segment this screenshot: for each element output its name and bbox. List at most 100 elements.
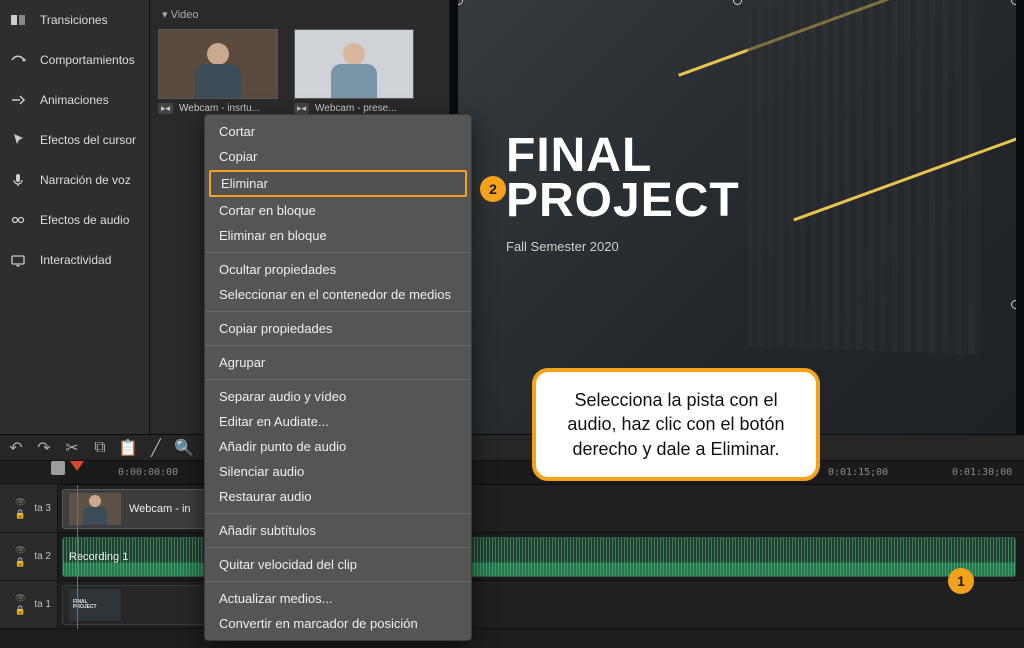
media-clip-label: Webcam - prese... [315, 103, 397, 114]
media-clip-av-icon: ▸◂ [158, 103, 173, 114]
track-header[interactable]: 👁🔒 ta 2 [0, 533, 58, 580]
ctx-item-anadir-punto[interactable]: Añadir punto de audio [205, 434, 471, 459]
cursor-effects-icon [10, 132, 26, 148]
ctx-item-cortar-bloque[interactable]: Cortar en bloque [205, 198, 471, 223]
ruler-mark: 0:01:15;00 [828, 467, 888, 478]
timeline-clip-video[interactable]: Webcam - in [62, 489, 222, 529]
lock-icon[interactable]: 🔒 [15, 605, 26, 616]
ctx-item-copiar-props[interactable]: Copiar propiedades [205, 316, 471, 341]
sidebar-item-label: Interactividad [40, 253, 111, 267]
ctx-item-restaurar[interactable]: Restaurar audio [205, 484, 471, 509]
redo-button[interactable]: ↷ [36, 440, 52, 456]
undo-button[interactable]: ↶ [8, 440, 24, 456]
behaviors-icon [10, 52, 26, 68]
eye-icon[interactable]: 👁 [15, 497, 26, 508]
playhead-line[interactable] [77, 485, 78, 629]
sidebar-item-label: Narración de voz [40, 173, 131, 187]
ctx-separator [205, 311, 471, 312]
timeline-tracks: 👁🔒 ta 3 Webcam - in 👁🔒 ta 2 Recording 1 … [0, 485, 1024, 629]
media-thumbnails: ▸◂ Webcam - insrtu... ▸◂ Webcam - prese.… [158, 29, 441, 114]
resize-handle[interactable] [1011, 0, 1016, 5]
sidebar-item-label: Animaciones [40, 93, 109, 107]
ctx-item-silenciar[interactable]: Silenciar audio [205, 459, 471, 484]
media-clip-av-icon: ▸◂ [294, 103, 309, 114]
resize-handle[interactable] [458, 0, 463, 5]
ctx-item-agrupar[interactable]: Agrupar [205, 350, 471, 375]
timeline-toolbar: ↶ ↷ ✂ ⧉ 📋 ╱ 🔍 [0, 435, 1024, 461]
track-name: ta 1 [34, 599, 51, 610]
ctx-item-cortar[interactable]: Cortar [205, 119, 471, 144]
ctx-item-subtitulos[interactable]: Añadir subtítulos [205, 518, 471, 543]
ctx-item-eliminar[interactable]: Eliminar [209, 170, 467, 197]
timeline: ↶ ↷ ✂ ⧉ 📋 ╱ 🔍 0:00:00:00 0:00:45;00 0:01… [0, 434, 1024, 648]
ctx-separator [205, 345, 471, 346]
lock-icon[interactable]: 🔒 [15, 557, 26, 568]
lock-icon[interactable]: 🔒 [15, 509, 26, 520]
timeline-track[interactable]: 👁🔒 ta 1 FINALPROJECT [0, 581, 1024, 629]
track-header[interactable]: 👁🔒 ta 3 [0, 485, 58, 532]
sidebar-item-cursor-effects[interactable]: Efectos del cursor [0, 120, 149, 160]
transitions-icon [10, 12, 26, 28]
timeline-clip-title[interactable]: FINALPROJECT [62, 585, 222, 625]
preview-subtitle: Fall Semester 2020 [506, 239, 740, 254]
sidebar-item-label: Comportamientos [40, 53, 135, 67]
sidebar-item-transitions[interactable]: Transiciones [0, 0, 149, 40]
context-menu: Cortar Copiar Eliminar Cortar en bloque … [204, 114, 472, 641]
sidebar-item-label: Transiciones [40, 13, 108, 27]
track-header[interactable]: 👁🔒 ta 1 [0, 581, 58, 628]
sidebar-item-behaviors[interactable]: Comportamientos [0, 40, 149, 80]
annotation-badge-2: 2 [480, 176, 506, 202]
split-button[interactable]: ╱ [148, 440, 164, 456]
track-name: ta 2 [34, 551, 51, 562]
media-bin-section-label: ▾ Video [162, 8, 441, 21]
ruler-start: 0:00:00:00 [118, 467, 178, 478]
ctx-item-copiar[interactable]: Copiar [205, 144, 471, 169]
ctx-separator [205, 547, 471, 548]
paste-button[interactable]: 📋 [120, 440, 136, 456]
eye-icon[interactable]: 👁 [15, 545, 26, 556]
preview-title-block: FINAL PROJECT Fall Semester 2020 [506, 134, 740, 254]
timeline-track[interactable]: 👁🔒 ta 2 Recording 1 [0, 533, 1024, 581]
ctx-item-quitar-velocidad[interactable]: Quitar velocidad del clip [205, 552, 471, 577]
timeline-track[interactable]: 👁🔒 ta 3 Webcam - in [0, 485, 1024, 533]
ruler-mark: 0:01:30;00 [952, 467, 1012, 478]
copy-button[interactable]: ⧉ [92, 440, 108, 456]
ctx-separator [205, 581, 471, 582]
ctx-separator [205, 379, 471, 380]
voice-narration-icon [10, 172, 26, 188]
audio-effects-icon [10, 212, 26, 228]
media-clip[interactable]: ▸◂ Webcam - insrtu... [158, 29, 278, 114]
timeline-inpoint[interactable] [51, 461, 65, 475]
sidebar-item-label: Efectos de audio [40, 213, 129, 227]
media-clip-label: Webcam - insrtu... [179, 103, 260, 114]
resize-handle[interactable] [733, 0, 742, 5]
sidebar-item-voice-narration[interactable]: Narración de voz [0, 160, 149, 200]
ctx-separator [205, 252, 471, 253]
annotation-badge-1: 1 [948, 568, 974, 594]
interactivity-icon [10, 252, 26, 268]
sidebar-item-interactivity[interactable]: Interactividad [0, 240, 149, 280]
ctx-item-marcador[interactable]: Convertir en marcador de posición [205, 611, 471, 636]
ctx-separator [205, 513, 471, 514]
sidebar-item-label: Efectos del cursor [40, 133, 136, 147]
zoom-button[interactable]: 🔍 [176, 440, 192, 456]
eye-icon[interactable]: 👁 [15, 593, 26, 604]
media-bin-section-text: Video [171, 9, 199, 21]
cut-button[interactable]: ✂ [64, 440, 80, 456]
ctx-item-seleccionar-medios[interactable]: Seleccionar en el contenedor de medios [205, 282, 471, 307]
resize-handle[interactable] [1011, 300, 1016, 309]
media-clip[interactable]: ▸◂ Webcam - prese... [294, 29, 414, 114]
sidebar-item-animations[interactable]: Animaciones [0, 80, 149, 120]
track-name: ta 3 [34, 503, 51, 514]
sidebar-item-audio-effects[interactable]: Efectos de audio [0, 200, 149, 240]
ctx-item-actualizar[interactable]: Actualizar medios... [205, 586, 471, 611]
ctx-item-eliminar-bloque[interactable]: Eliminar en bloque [205, 223, 471, 248]
clip-label: Webcam - in [129, 503, 191, 515]
ctx-item-ocultar-props[interactable]: Ocultar propiedades [205, 257, 471, 282]
timeline-playhead[interactable] [70, 461, 84, 471]
ctx-item-editar-audiate[interactable]: Editar en Audiate... [205, 409, 471, 434]
preview-title-line2: PROJECT [506, 174, 740, 227]
annotation-tooltip: Selecciona la pista con el audio, haz cl… [532, 368, 820, 481]
ctx-item-separar-av[interactable]: Separar audio y vídeo [205, 384, 471, 409]
animations-icon [10, 92, 26, 108]
